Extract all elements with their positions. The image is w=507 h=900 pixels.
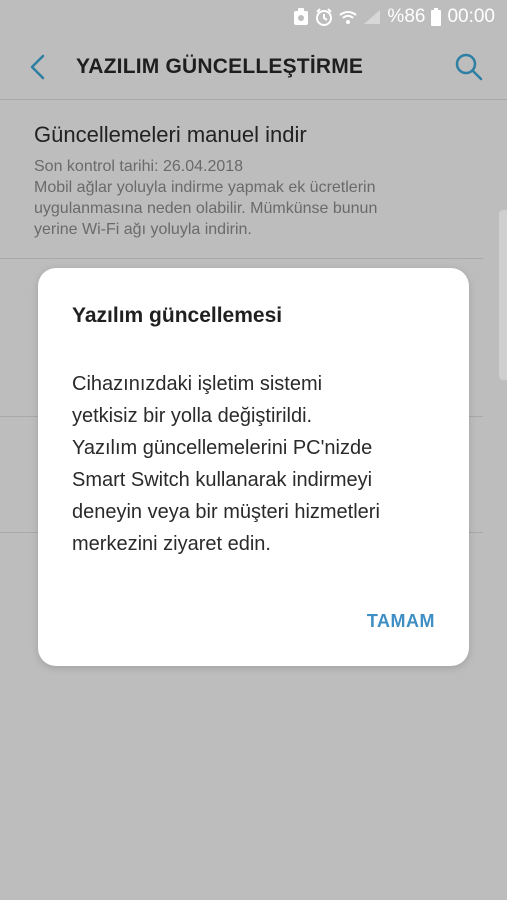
ok-button[interactable]: TAMAM — [367, 611, 435, 632]
dialog-message-line: Yazılım güncellemelerini PC'nizde — [72, 437, 373, 459]
dialog-message: Cihazınızdaki işletim sistemi yetkisiz b… — [72, 368, 435, 560]
back-button[interactable] — [8, 34, 68, 100]
app-bar: YAZILIM GÜNCELLEŞTİRME — [0, 34, 507, 100]
notification-icon — [293, 8, 309, 26]
wifi-icon — [339, 9, 358, 25]
dialog-message-line: yetkisiz bir yolla değiştirildi. — [72, 405, 313, 427]
search-icon — [455, 53, 483, 80]
scrollbar[interactable] — [499, 210, 507, 380]
alarm-icon — [315, 8, 333, 26]
clock: 00:00 — [447, 6, 495, 27]
dialog-message-line: Smart Switch kullanarak indirmeyi — [72, 469, 373, 491]
list-item-line: yerine Wi-Fi ağı yoluyla indirin. — [34, 221, 252, 238]
search-button[interactable] — [439, 34, 499, 100]
signal-icon — [363, 9, 381, 25]
dialog-title: Yazılım güncellemesi — [72, 304, 283, 327]
list-item-line: Mobil ağlar yoluyla indirme yapmak ek üc… — [34, 179, 376, 196]
list-item-title: Güncellemeleri manuel indir — [34, 122, 307, 147]
status-bar: %86 00:00 — [0, 0, 507, 34]
battery-percent: %86 — [387, 6, 426, 27]
list-item-line: uygulanmasına neden olabilir. Mümkünse b… — [34, 200, 378, 217]
list-item-line: Son kontrol tarihi: 26.04.2018 — [34, 158, 244, 175]
list-item-manual-download[interactable]: Güncellemeleri manuel indir Son kontrol … — [0, 100, 483, 259]
list-item-subtitle: Son kontrol tarihi: 26.04.2018 Mobil ağl… — [34, 156, 449, 240]
back-arrow-icon — [30, 54, 45, 79]
dialog-actions: TAMAM — [367, 611, 435, 632]
dialog-message-line: Cihazınızdaki işletim sistemi — [72, 373, 323, 395]
software-update-dialog: Yazılım güncellemesi Cihazınızdaki işlet… — [38, 268, 469, 666]
page-title: YAZILIM GÜNCELLEŞTİRME — [76, 54, 364, 78]
dialog-message-line: merkezini ziyaret edin. — [72, 533, 271, 555]
battery-icon — [431, 8, 442, 26]
dialog-message-line: deneyin veya bir müşteri hizmetleri — [72, 501, 380, 523]
